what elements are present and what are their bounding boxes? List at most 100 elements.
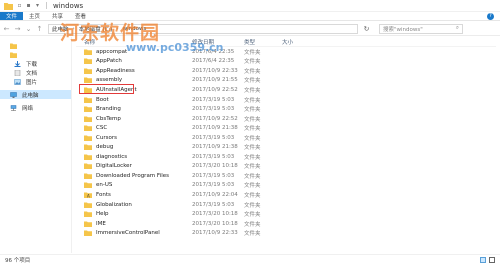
sidebar-item-label: 文档 — [26, 70, 38, 77]
file-name-cell: CSC — [76, 125, 192, 132]
tab-view[interactable]: 查看 — [69, 12, 92, 20]
sidebar-item-pinned-2[interactable] — [0, 50, 71, 59]
file-row[interactable]: AppReadiness 2017/10/9 22:33 文件夹 — [76, 66, 496, 76]
file-date: 2017/10/9 21:38 — [192, 125, 238, 132]
file-type: 文件夹 — [244, 135, 261, 142]
sidebar-item-label: 网络 — [22, 105, 34, 112]
file-row[interactable]: A Fonts 2017/10/9 22:04 文件夹 — [76, 190, 496, 200]
refresh-icon[interactable]: ↻ — [362, 24, 371, 33]
file-name-cell: IME — [76, 221, 192, 227]
recent-dropdown-icon[interactable]: ⌄ — [24, 24, 33, 33]
file-name-cell: appcompat — [76, 49, 192, 55]
folder-icon — [84, 211, 92, 218]
file-row[interactable]: CSC 2017/10/9 21:38 文件夹 — [76, 123, 496, 133]
file-type: 文件夹 — [244, 173, 261, 180]
address-bar[interactable]: 此电脑 › 本地磁盘 (C:) › windows — [48, 23, 358, 34]
file-row[interactable]: CbsTemp 2017/10/9 22:52 文件夹 — [76, 114, 496, 124]
file-row[interactable]: Downloaded Program Files 2017/3/19 5:03 文件… — [76, 171, 496, 181]
breadcrumb-windows[interactable]: windows — [123, 26, 147, 32]
file-row[interactable]: DigitalLocker 2017/3/20 10:18 文件夹 — [76, 162, 496, 172]
file-row[interactable]: Cursors 2017/3/19 5:03 文件夹 — [76, 133, 496, 143]
view-switcher — [480, 256, 495, 263]
file-date: 2017/10/9 22:52 — [192, 115, 238, 122]
file-row[interactable]: en-US 2017/3/19 5:03 文件夹 — [76, 181, 496, 191]
sidebar-item-pictures[interactable]: 图片 — [0, 77, 71, 86]
file-row[interactable]: AppPatch 2017/6/4 22:35 文件夹 — [76, 57, 496, 67]
file-row[interactable]: Help 2017/3/20 10:18 文件夹 — [76, 209, 496, 219]
file-row[interactable]: debug 2017/10/9 21:38 文件夹 — [76, 142, 496, 152]
file-name-cell: Cursors — [76, 135, 192, 141]
sidebar-item-this-pc[interactable]: 此电脑 — [0, 90, 71, 99]
file-row[interactable]: appcompat 2017/6/4 22:35 文件夹 — [76, 47, 496, 57]
file-date: 2017/3/19 5:03 — [192, 172, 235, 179]
sidebar-item-network[interactable]: 网络 — [0, 103, 71, 112]
sidebar-item-downloads[interactable]: 下载 — [0, 59, 71, 68]
file-type: 文件夹 — [244, 87, 261, 94]
file-type: 文件夹 — [244, 221, 261, 228]
file-name: CSC — [96, 125, 108, 132]
file-name-cell: AppReadiness — [76, 68, 192, 74]
file-name-cell: DigitalLocker — [76, 163, 192, 170]
file-name-cell: CbsTemp — [76, 116, 192, 122]
column-header-row: 名称 修改日期 类型 大小 — [76, 37, 496, 47]
file-name-cell: Help — [76, 211, 192, 218]
file-row[interactable]: IME 2017/3/20 10:18 文件夹 — [76, 219, 496, 229]
breadcrumb-this-pc[interactable]: 此电脑 — [52, 25, 69, 33]
folder-icon — [84, 135, 92, 141]
tab-home[interactable]: 主页 — [23, 12, 46, 20]
tab-share[interactable]: 共享 — [46, 12, 69, 20]
search-icon[interactable]: ⌕ — [456, 25, 459, 32]
file-row[interactable]: Branding 2017/3/19 5:03 文件夹 — [76, 104, 496, 114]
file-name: Help — [96, 211, 109, 218]
breadcrumb-local-disk[interactable]: 本地磁盘 (C:) — [79, 25, 113, 33]
new-folder-icon[interactable]: ▪ — [25, 2, 32, 9]
sidebar-item-label: 下载 — [26, 61, 38, 68]
highlight-box — [79, 84, 134, 95]
file-type: 文件夹 — [244, 68, 261, 75]
breadcrumb-chevron-icon: › — [116, 25, 119, 32]
address-row: ← → ⌄ ↑ 此电脑 › 本地磁盘 (C:) › windows ↻ 搜索"w… — [0, 22, 500, 36]
folder-icon — [84, 202, 92, 208]
file-name: appcompat — [96, 48, 128, 55]
file-date: 2017/6/4 22:35 — [192, 48, 235, 55]
column-header-size[interactable]: 大小 — [282, 38, 322, 46]
search-input[interactable]: 搜索"windows" ⌕ — [379, 23, 463, 34]
file-name-cell: Globalization — [76, 202, 192, 208]
file-name: CbsTemp — [96, 115, 121, 122]
up-icon[interactable]: ↑ — [35, 24, 44, 33]
back-icon[interactable]: ← — [2, 24, 11, 33]
folder-icon — [84, 68, 92, 74]
file-row[interactable]: diagnostics 2017/3/19 5:03 文件夹 — [76, 152, 496, 162]
folder-icon — [10, 52, 17, 58]
title-separator — [46, 2, 47, 9]
details-view-icon[interactable] — [480, 256, 486, 263]
forward-icon[interactable]: → — [13, 24, 22, 33]
large-icons-view-icon[interactable] — [489, 256, 495, 263]
file-row[interactable]: assembly 2017/10/9 21:55 文件夹 — [76, 76, 496, 86]
folder-icon — [84, 77, 92, 84]
column-header-name[interactable]: 名称 — [76, 38, 192, 46]
file-name: assembly — [96, 77, 123, 84]
tab-file[interactable]: 文件 — [0, 12, 24, 20]
file-type: 文件夹 — [244, 192, 261, 199]
file-type: 文件夹 — [244, 59, 261, 66]
file-name-cell: diagnostics — [76, 154, 192, 160]
window-title: windows — [53, 1, 84, 10]
file-type: 文件夹 — [244, 126, 261, 133]
sidebar-item-pinned-1[interactable] — [0, 41, 71, 50]
file-row[interactable]: ImmersiveControlPanel 2017/10/9 22:33 文件夹 — [76, 228, 496, 238]
file-row[interactable]: Globalization 2017/3/19 5:03 文件夹 — [76, 200, 496, 210]
column-header-date[interactable]: 修改日期 — [192, 38, 244, 46]
file-row[interactable]: Boot 2017/3/19 5:03 文件夹 — [76, 95, 496, 105]
column-header-type[interactable]: 类型 — [244, 38, 282, 46]
sidebar-item-documents[interactable]: 文档 — [0, 68, 71, 77]
quick-access-dropdown-icon[interactable]: ▾ — [34, 2, 41, 9]
file-type: 文件夹 — [244, 212, 261, 219]
file-date: 2017/10/9 21:38 — [192, 144, 238, 151]
file-row[interactable]: AUInstallAgent 2017/10/9 22:52 文件夹 — [76, 84, 496, 95]
properties-icon[interactable]: ▫ — [16, 2, 23, 9]
file-date: 2017/3/19 5:03 — [192, 96, 235, 103]
ribbon-tabs: 文件 主页 共享 查看 ? — [0, 12, 500, 21]
help-icon[interactable]: ? — [487, 12, 494, 20]
file-name: Branding — [96, 106, 121, 113]
